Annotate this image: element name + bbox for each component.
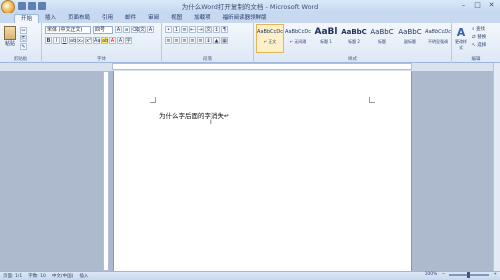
find-button[interactable]: ⌕ 查找: [472, 26, 486, 34]
multilevel-list-icon[interactable]: ≡: [181, 26, 188, 33]
change-styles-button[interactable]: A 更改样式: [454, 26, 468, 51]
clipboard-icon: [4, 26, 16, 40]
borders-icon[interactable]: ▦: [221, 37, 228, 44]
justify-icon[interactable]: ≡: [189, 37, 196, 44]
style-subtle-emphasis[interactable]: AaBbCcDc 不明显强调: [424, 24, 452, 53]
window-title: 为什么Word打开复制的文档 - Microsoft Word: [181, 3, 319, 11]
zoom-out-icon[interactable]: −: [441, 272, 445, 277]
tab-review[interactable]: 审阅: [142, 14, 165, 23]
margin-corner-tr: [369, 97, 375, 103]
style-normal[interactable]: AaBbCcDc ↵ 正文: [256, 24, 284, 53]
format-painter-icon[interactable]: ✎: [20, 43, 27, 50]
ribbon: 粘贴 ✂ ⎘ ✎ 剪贴板 宋体 (中文正文) 四号 A a ⌫ 文 A B I …: [0, 23, 500, 63]
window-controls: – □ ✕: [457, 1, 498, 10]
replace-icon: ⇄: [472, 35, 476, 40]
decrease-indent-icon[interactable]: ⇤: [189, 26, 196, 33]
show-marks-icon[interactable]: ¶: [221, 26, 228, 33]
styles-group-label: 样式: [348, 57, 357, 62]
font-color-icon[interactable]: A: [109, 37, 116, 44]
align-left-icon[interactable]: ≡: [165, 37, 172, 44]
font-name-select[interactable]: 宋体 (中文正文): [45, 26, 91, 34]
underline-icon[interactable]: U: [61, 37, 68, 44]
italic-icon[interactable]: I: [53, 37, 60, 44]
document-page[interactable]: [113, 71, 412, 271]
zoom-control: 100% − +: [425, 271, 497, 278]
numbering-icon[interactable]: 1: [173, 26, 180, 33]
char-border-icon[interactable]: A: [147, 26, 154, 33]
tab-addins[interactable]: 加载项: [188, 14, 217, 23]
change-case-icon[interactable]: Aa: [93, 37, 100, 44]
distribute-icon[interactable]: ≡: [197, 37, 204, 44]
replace-button[interactable]: ⇄ 替换: [472, 34, 486, 42]
binoculars-icon: ⌕: [472, 27, 475, 32]
zoom-slider[interactable]: [449, 271, 490, 278]
style-heading1[interactable]: AaBl 标题 1: [312, 24, 340, 53]
style-heading2[interactable]: AaBbC 标题 2: [340, 24, 368, 53]
zoom-in-icon[interactable]: +: [493, 272, 497, 277]
status-words[interactable]: 字数: 10: [28, 273, 46, 279]
style-no-spacing[interactable]: AaBbCcDc ↵ 无间隔: [284, 24, 312, 53]
font-size-select[interactable]: 四号: [93, 26, 113, 34]
tab-insert[interactable]: 插入: [39, 14, 62, 23]
sort-icon[interactable]: ↕: [213, 26, 220, 33]
status-language[interactable]: 中文(中国): [52, 273, 74, 279]
clear-format-icon[interactable]: ⌫: [131, 26, 139, 33]
paragraph-group: • 1 ≡ ⇤ ⇥ 文 ↕ ¶ ≡ ≡ ≡ ≡ ≡ ↨ ▲ ▦ 段落: [162, 23, 254, 63]
strikethrough-icon[interactable]: ab: [69, 37, 76, 44]
tab-foxit[interactable]: 福昕阅读器领鲜版: [217, 14, 273, 23]
title-bar: 为什么Word打开复制的文档 - Microsoft Word – □ ✕: [0, 0, 500, 14]
paste-button[interactable]: 粘贴: [3, 26, 17, 50]
zoom-slider-thumb[interactable]: [467, 271, 471, 278]
style-title[interactable]: AaBbC 标题: [368, 24, 396, 53]
ribbon-tabs: 开始 插入 页面布局 引用 邮件 审阅 视图 加载项 福昕阅读器领鲜版: [0, 13, 500, 23]
phonetic-icon[interactable]: 文: [139, 26, 146, 33]
horizontal-ruler[interactable]: [112, 63, 412, 70]
superscript-icon[interactable]: x²: [85, 37, 92, 44]
editing-group: A 更改样式 ⌕ 查找 ⇄ 替换 ↖ 选择 编辑: [452, 23, 500, 63]
style-subtitle[interactable]: AaBbC 副标题: [396, 24, 424, 53]
zoom-level[interactable]: 100%: [425, 272, 438, 277]
align-center-icon[interactable]: ≡: [173, 37, 180, 44]
select-button[interactable]: ↖ 选择: [472, 42, 486, 50]
grow-font-icon[interactable]: A: [115, 26, 122, 33]
subscript-icon[interactable]: x₂: [77, 37, 84, 44]
vertical-ruler[interactable]: [103, 71, 109, 271]
status-page[interactable]: 页面: 1/1: [3, 273, 22, 279]
ibeam-cursor-icon: I: [210, 119, 212, 126]
select-icon: ↖: [472, 43, 476, 48]
editing-group-label: 编辑: [471, 57, 481, 62]
vertical-scrollbar[interactable]: [493, 63, 500, 271]
change-styles-icon: A: [456, 26, 466, 39]
document-text[interactable]: 为什么字后面的字消失↵: [159, 110, 229, 120]
shading-icon[interactable]: ▲: [213, 37, 220, 44]
tab-page-layout[interactable]: 页面布局: [62, 14, 96, 23]
tab-references[interactable]: 引用: [96, 14, 119, 23]
bullets-icon[interactable]: •: [165, 26, 172, 33]
bold-icon[interactable]: B: [45, 37, 52, 44]
increase-indent-icon[interactable]: ⇥: [197, 26, 204, 33]
font-group: 宋体 (中文正文) 四号 A a ⌫ 文 A B I U ab x₂ x² Aa…: [42, 23, 162, 63]
highlight-icon[interactable]: ab: [101, 37, 108, 44]
clipboard-group: 粘贴 ✂ ⎘ ✎ 剪贴板: [0, 23, 42, 63]
minimize-icon[interactable]: –: [457, 1, 470, 10]
char-shading-icon[interactable]: A: [117, 37, 124, 44]
chinese-layout-icon[interactable]: 文: [205, 26, 212, 33]
margin-corner-tl: [150, 97, 156, 103]
copy-icon[interactable]: ⎘: [20, 35, 27, 42]
maximize-icon[interactable]: □: [471, 1, 484, 10]
align-right-icon[interactable]: ≡: [181, 37, 188, 44]
shrink-font-icon[interactable]: a: [123, 26, 130, 33]
close-icon[interactable]: ✕: [485, 1, 498, 10]
status-insert[interactable]: 插入: [79, 273, 88, 279]
styles-gallery: AaBbCcDc ↵ 正文 AaBbCcDc ↵ 无间隔 AaBl 标题 1 AaBb…: [256, 24, 452, 53]
clipboard-group-label: 剪贴板: [13, 57, 28, 62]
tab-view[interactable]: 视图: [165, 14, 188, 23]
line-spacing-icon[interactable]: ↨: [205, 37, 212, 44]
tab-home[interactable]: 开始: [14, 14, 40, 23]
paragraph-group-label: 段落: [203, 57, 212, 62]
tab-mailings[interactable]: 邮件: [119, 14, 142, 23]
cut-icon[interactable]: ✂: [20, 27, 27, 34]
font-group-label: 字体: [97, 57, 106, 62]
enclose-char-icon[interactable]: 字: [125, 37, 132, 44]
